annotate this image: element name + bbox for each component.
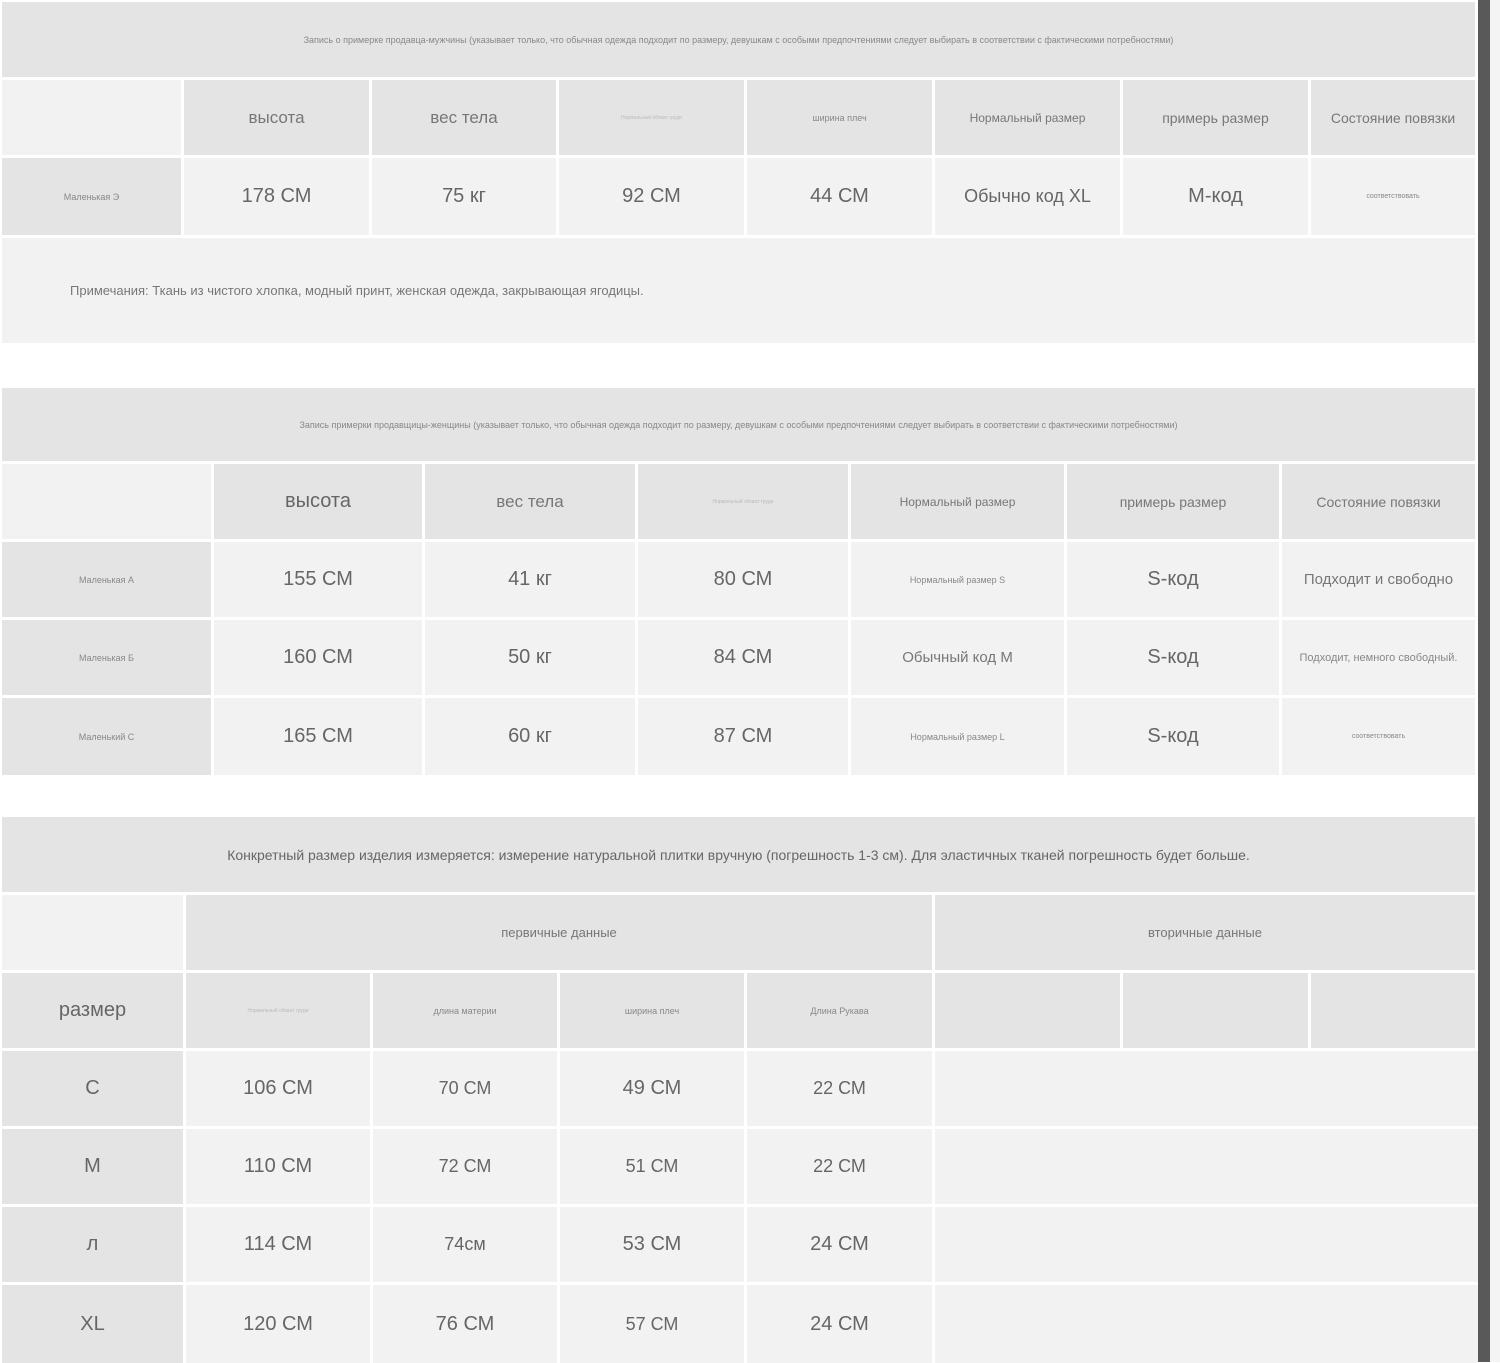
empty-cell bbox=[935, 1129, 1478, 1207]
value-cell: S-код bbox=[1067, 620, 1282, 698]
value-cell: S-код bbox=[1067, 698, 1282, 775]
value-cell: S-код bbox=[1067, 542, 1282, 620]
value-cell: 70 СМ bbox=[373, 1051, 560, 1129]
header-shoulder: ширина плеч bbox=[560, 973, 747, 1051]
size-label: XL bbox=[2, 1285, 186, 1363]
table-row: Маленький С 165 СМ 60 кг 87 СМ Нормальны… bbox=[2, 698, 1478, 775]
group-secondary: вторичные данные bbox=[935, 895, 1478, 973]
row-label: Маленький С bbox=[2, 698, 214, 775]
value-cell: 24 СМ bbox=[747, 1285, 935, 1363]
corner-cell bbox=[2, 895, 186, 973]
value-cell: 155 СМ bbox=[214, 542, 425, 620]
header-height: высота bbox=[214, 464, 425, 542]
size-label: M bbox=[2, 1129, 186, 1207]
value-cell: 41 кг bbox=[425, 542, 638, 620]
empty-cell bbox=[935, 1051, 1478, 1129]
header-try-size: примерь размер bbox=[1067, 464, 1282, 542]
value-cell: 106 СМ bbox=[186, 1051, 373, 1129]
value-cell: Обычно код XL bbox=[935, 158, 1123, 238]
corner-cell bbox=[2, 464, 214, 542]
empty-cell bbox=[935, 1285, 1478, 1363]
table-title: Конкретный размер изделия измеряется: из… bbox=[2, 817, 1478, 895]
value-cell: Обычный код M bbox=[851, 620, 1067, 698]
header-shoulder: ширина плеч bbox=[747, 80, 935, 158]
group-primary: первичные данные bbox=[186, 895, 935, 973]
value-cell: 92 СМ bbox=[559, 158, 747, 238]
empty-header bbox=[1311, 973, 1478, 1051]
header-sleeve: Длина Рукава bbox=[747, 973, 935, 1051]
value-cell: Нормальный размер S bbox=[851, 542, 1067, 620]
header-normal-size: Нормальный размер bbox=[851, 464, 1067, 542]
header-height: высота bbox=[184, 80, 372, 158]
header-length: длина материи bbox=[373, 973, 560, 1051]
table-row: Маленькая А 155 СМ 41 кг 80 СМ Нормальны… bbox=[2, 542, 1478, 620]
value-cell: 22 СМ bbox=[747, 1051, 935, 1129]
value-cell: 22 СМ bbox=[747, 1129, 935, 1207]
value-cell: 74см bbox=[373, 1207, 560, 1285]
header-bust: Нормальный обхват груди bbox=[186, 973, 373, 1051]
header-weight: вес тела bbox=[425, 464, 638, 542]
table-title: Запись примерки продавщицы-женщины (указ… bbox=[2, 388, 1478, 464]
header-bust: Нормальный обхват груди bbox=[638, 464, 851, 542]
value-cell: 60 кг bbox=[425, 698, 638, 775]
row-label: Маленькая Б bbox=[2, 620, 214, 698]
value-cell: 114 СМ bbox=[186, 1207, 373, 1285]
row-label: Маленькая А bbox=[2, 542, 214, 620]
table-row: M 110 СМ 72 СМ 51 СМ 22 СМ bbox=[2, 1129, 1478, 1207]
empty-cell bbox=[935, 1207, 1478, 1285]
header-try-size: примерь размер bbox=[1123, 80, 1311, 158]
value-cell: 120 СМ bbox=[186, 1285, 373, 1363]
value-cell: Нормальный размер L bbox=[851, 698, 1067, 775]
value-cell: 50 кг bbox=[425, 620, 638, 698]
value-cell: 44 СМ bbox=[747, 158, 935, 238]
value-cell: Подходит, немного свободный. bbox=[1282, 620, 1478, 698]
empty-header bbox=[1123, 973, 1311, 1051]
table-row: Маленькая Э 178 СМ 75 кг 92 СМ 44 СМ Обы… bbox=[2, 158, 1478, 238]
value-cell: соответствовать bbox=[1311, 158, 1478, 238]
header-normal-size: Нормальный размер bbox=[935, 80, 1123, 158]
header-weight: вес тела bbox=[372, 80, 559, 158]
table-note: Примечания: Ткань из чистого хлопка, мод… bbox=[2, 238, 1478, 343]
value-cell: Подходит и свободно bbox=[1282, 542, 1478, 620]
header-bust: Нормальный обхват груди bbox=[559, 80, 747, 158]
header-size: размер bbox=[2, 973, 186, 1051]
product-size-table: Конкретный размер изделия измеряется: из… bbox=[2, 817, 1478, 1363]
fitting-table-female: Запись примерки продавщицы-женщины (указ… bbox=[2, 388, 1478, 775]
scrollbar-track bbox=[1478, 0, 1490, 1362]
value-cell: 53 СМ bbox=[560, 1207, 747, 1285]
value-cell: 84 СМ bbox=[638, 620, 851, 698]
value-cell: 51 СМ bbox=[560, 1129, 747, 1207]
corner-cell bbox=[2, 80, 184, 158]
table-row: Маленькая Б 160 СМ 50 кг 84 СМ Обычный к… bbox=[2, 620, 1478, 698]
page-edge bbox=[1490, 0, 1500, 1362]
value-cell: 80 СМ bbox=[638, 542, 851, 620]
empty-header bbox=[935, 973, 1123, 1051]
table-title: Запись о примерке продавца-мужчины (указ… bbox=[2, 2, 1478, 80]
fitting-table-male: Запись о примерке продавца-мужчины (указ… bbox=[2, 2, 1478, 343]
value-cell: M-код bbox=[1123, 158, 1311, 238]
header-fit-state: Состояние повязки bbox=[1282, 464, 1478, 542]
table-row: л 114 СМ 74см 53 СМ 24 СМ bbox=[2, 1207, 1478, 1285]
value-cell: 178 СМ bbox=[184, 158, 372, 238]
value-cell: 76 СМ bbox=[373, 1285, 560, 1363]
table-row: С 106 СМ 70 СМ 49 СМ 22 СМ bbox=[2, 1051, 1478, 1129]
value-cell: соответствовать bbox=[1282, 698, 1478, 775]
size-label: л bbox=[2, 1207, 186, 1285]
table-row: XL 120 СМ 76 СМ 57 СМ 24 СМ bbox=[2, 1285, 1478, 1363]
value-cell: 110 СМ bbox=[186, 1129, 373, 1207]
value-cell: 24 СМ bbox=[747, 1207, 935, 1285]
size-label: С bbox=[2, 1051, 186, 1129]
value-cell: 72 СМ bbox=[373, 1129, 560, 1207]
value-cell: 165 СМ bbox=[214, 698, 425, 775]
row-label: Маленькая Э bbox=[2, 158, 184, 238]
value-cell: 57 СМ bbox=[560, 1285, 747, 1363]
value-cell: 160 СМ bbox=[214, 620, 425, 698]
value-cell: 49 СМ bbox=[560, 1051, 747, 1129]
header-fit-state: Состояние повязки bbox=[1311, 80, 1478, 158]
value-cell: 75 кг bbox=[372, 158, 559, 238]
value-cell: 87 СМ bbox=[638, 698, 851, 775]
